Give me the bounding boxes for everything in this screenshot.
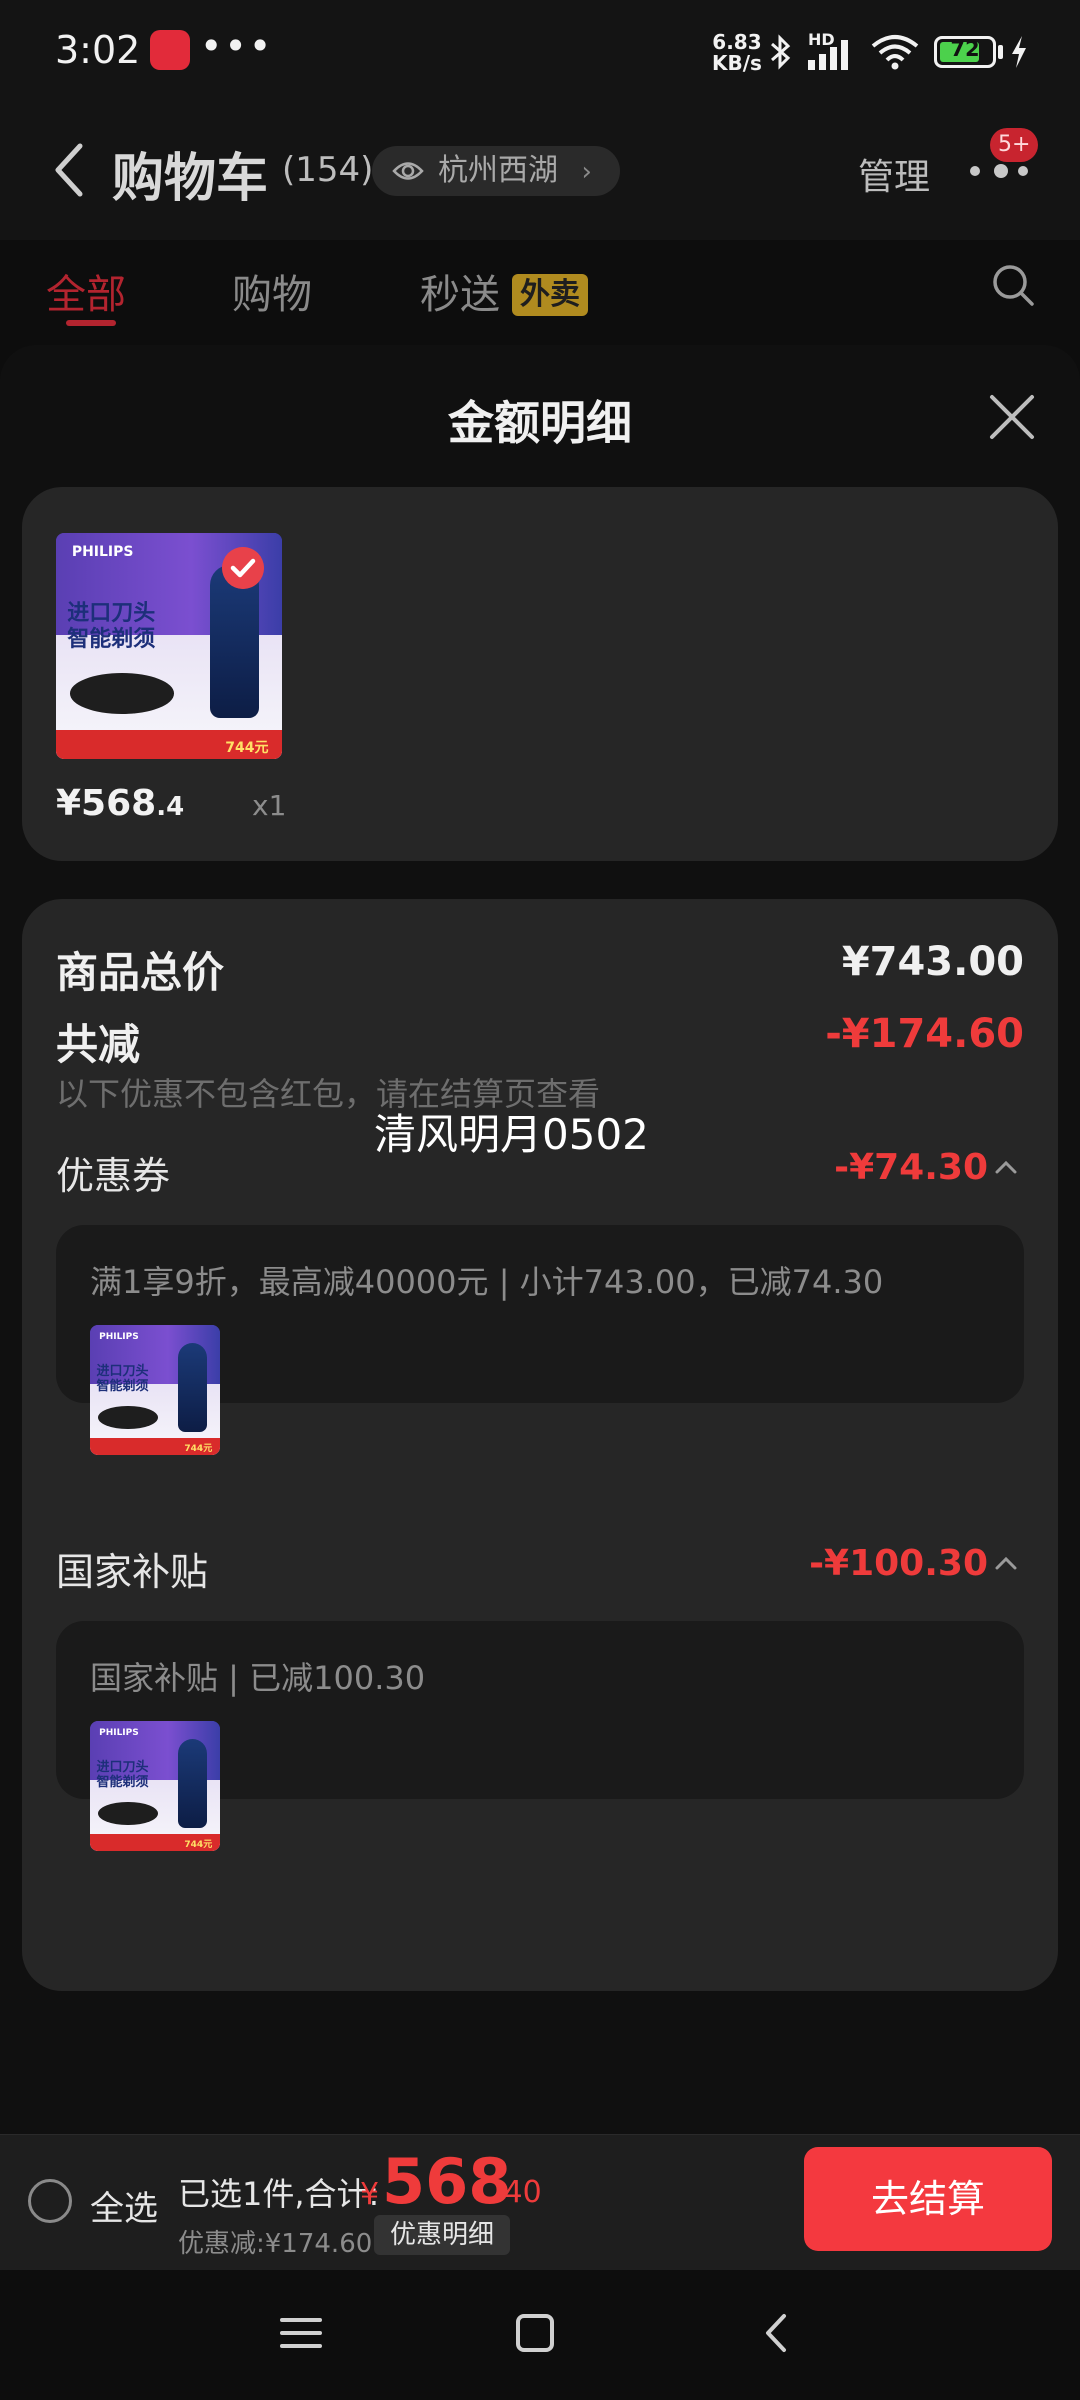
select-all-label[interactable]: 全选 <box>90 2181 158 2230</box>
total-price-label: 商品总价 <box>56 948 225 997</box>
total-currency: ¥ <box>360 2177 380 2212</box>
checkout-bar: 全选 已选1件,合计: ¥ 568 .40 优惠减:¥174.60 优惠明细 去… <box>0 2134 1080 2270</box>
search-icon[interactable] <box>990 262 1038 310</box>
total-amount: 568 <box>382 2145 512 2218</box>
coupon-description: 满1享9折，最高减40000元 | 小计743.00，已减74.30 <box>90 1263 884 1301</box>
tab-express-label: 秒送 <box>420 272 500 318</box>
image-headline-2: 智能剃须 <box>67 626 156 652</box>
image-promo-price: 744元 <box>184 1839 213 1850</box>
subsidy-label: 国家补贴 <box>56 1550 209 1594</box>
location-selector[interactable]: 杭州西湖 › <box>372 146 620 196</box>
selected-check-icon <box>222 547 264 589</box>
chevron-right-icon: › <box>581 157 592 187</box>
cart-tabs: 全部 购物 秒送 外卖 <box>0 240 1080 340</box>
system-nav-bar <box>0 2270 1080 2400</box>
image-headline-1: 进口刀头 <box>67 600 156 626</box>
price-breakdown-card: 商品总价 ¥743.00 共减 -¥174.60 以下优惠不包含红包，请在结算页… <box>22 899 1058 1991</box>
image-headline: 进口刀头 智能剃须 <box>97 1364 149 1394</box>
image-headline-2: 智能剃须 <box>96 1379 149 1394</box>
image-brand: PHILIPS <box>99 1331 139 1342</box>
more-dot-icon <box>1018 166 1028 176</box>
battery-tip <box>998 45 1003 59</box>
chevron-up-icon[interactable] <box>994 1555 1018 1571</box>
image-promo-price: 744元 <box>225 739 269 756</box>
menu-icon[interactable] <box>280 2312 322 2354</box>
subsidy-detail-box: 国家补贴 | 已减100.30 PHILIPS 进口刀头 智能剃须 744元 <box>56 1621 1024 1851</box>
network-speed: 6.83 KB/s <box>712 32 762 74</box>
close-icon[interactable] <box>988 393 1036 441</box>
page-title: 购物车 <box>112 149 269 209</box>
location-label: 杭州西湖 <box>438 153 558 188</box>
chevron-up-icon[interactable] <box>994 1159 1018 1175</box>
cart-header: 购物车 (154) 杭州西湖 › 管理 5+ <box>0 100 1080 240</box>
tab-all[interactable]: 全部 <box>46 262 126 320</box>
more-dot-icon <box>994 164 1008 178</box>
bluetooth-icon <box>771 34 791 70</box>
coupon-label: 优惠券 <box>56 1154 171 1198</box>
case-illustration <box>97 1801 158 1825</box>
product-quantity: x1 <box>252 789 287 822</box>
total-price-value: ¥743.00 <box>841 939 1024 985</box>
tab-express[interactable]: 秒送 外卖 <box>420 262 588 320</box>
subsidy-product-thumb: PHILIPS 进口刀头 智能剃须 744元 <box>90 1721 220 1851</box>
shaver-illustration <box>178 1343 207 1432</box>
watermark-text: 清风明月0502 <box>374 1110 649 1159</box>
wifi-icon <box>871 35 919 70</box>
more-dot-icon <box>970 166 980 176</box>
charging-icon <box>1012 36 1026 68</box>
discount-summary: 优惠减:¥174.60 <box>178 2229 373 2259</box>
message-badge: 5+ <box>990 128 1039 162</box>
tab-active-indicator <box>66 320 116 326</box>
coupon-detail-box: 满1享9折，最高减40000元 | 小计743.00，已减74.30 PHILI… <box>56 1225 1024 1455</box>
manage-button[interactable]: 管理 <box>858 148 930 200</box>
case-illustration <box>97 1405 158 1429</box>
shaver-illustration <box>178 1739 207 1828</box>
tab-shopping[interactable]: 购物 <box>232 262 312 320</box>
network-speed-value: 6.83 <box>712 30 762 54</box>
image-brand: PHILIPS <box>99 1727 139 1738</box>
image-headline-2: 智能剃须 <box>96 1775 149 1790</box>
network-speed-unit: KB/s <box>712 51 762 75</box>
product-card: PHILIPS 进口刀头 智能剃须 744元 ¥568.4 x1 <box>22 487 1058 861</box>
select-all-radio[interactable] <box>28 2179 72 2223</box>
cart-count: (154) <box>282 150 374 190</box>
image-headline-1: 进口刀头 <box>96 1760 149 1775</box>
selection-summary: 已选1件,合计: <box>178 2175 380 2213</box>
battery-percent: 72 <box>950 37 980 61</box>
sheet-title: 金额明细 <box>448 396 632 450</box>
battery-icon: 72 <box>934 36 996 68</box>
reduction-label: 共减 <box>56 1020 141 1069</box>
status-time: 3:02 <box>55 28 141 72</box>
coupon-value[interactable]: -¥74.30 <box>834 1147 988 1188</box>
image-promo-price: 744元 <box>184 1443 213 1454</box>
product-price-int: ¥568 <box>56 783 157 824</box>
case-illustration <box>69 673 174 714</box>
coupon-product-thumb: PHILIPS 进口刀头 智能剃须 744元 <box>90 1325 220 1455</box>
image-headline: 进口刀头 智能剃须 <box>67 601 155 653</box>
price-detail-sheet: 金额明细 PHILIPS 进口刀头 智能剃须 744元 ¥568.4 x1 商品… <box>0 345 1080 2135</box>
status-bar: 3:02 ••• 6.83 KB/s HD 72 <box>0 0 1080 100</box>
subsidy-description: 国家补贴 | 已减100.30 <box>90 1659 426 1697</box>
reduction-value: -¥174.60 <box>825 1011 1024 1057</box>
discount-detail-button[interactable]: 优惠明细 <box>374 2215 511 2255</box>
more-notifications-icon: ••• <box>200 24 274 68</box>
eye-icon <box>392 162 424 180</box>
back-arrow-icon[interactable] <box>52 142 86 198</box>
product-price-dec: .4 <box>156 792 185 822</box>
image-headline-1: 进口刀头 <box>96 1364 149 1379</box>
home-icon[interactable] <box>514 2312 556 2354</box>
checkout-button[interactable]: 去结算 <box>804 2147 1052 2251</box>
back-icon[interactable] <box>756 2312 798 2354</box>
subsidy-value[interactable]: -¥100.30 <box>809 1543 988 1584</box>
image-brand: PHILIPS <box>71 544 134 561</box>
product-price: ¥568.4 <box>56 783 184 824</box>
image-headline: 进口刀头 智能剃须 <box>97 1760 149 1790</box>
waimai-tag: 外卖 <box>512 274 588 316</box>
shaver-illustration <box>209 564 260 719</box>
signal-icon <box>808 40 848 70</box>
app-notification-icon <box>150 30 190 70</box>
total-amount-decimal: .40 <box>494 2175 542 2210</box>
